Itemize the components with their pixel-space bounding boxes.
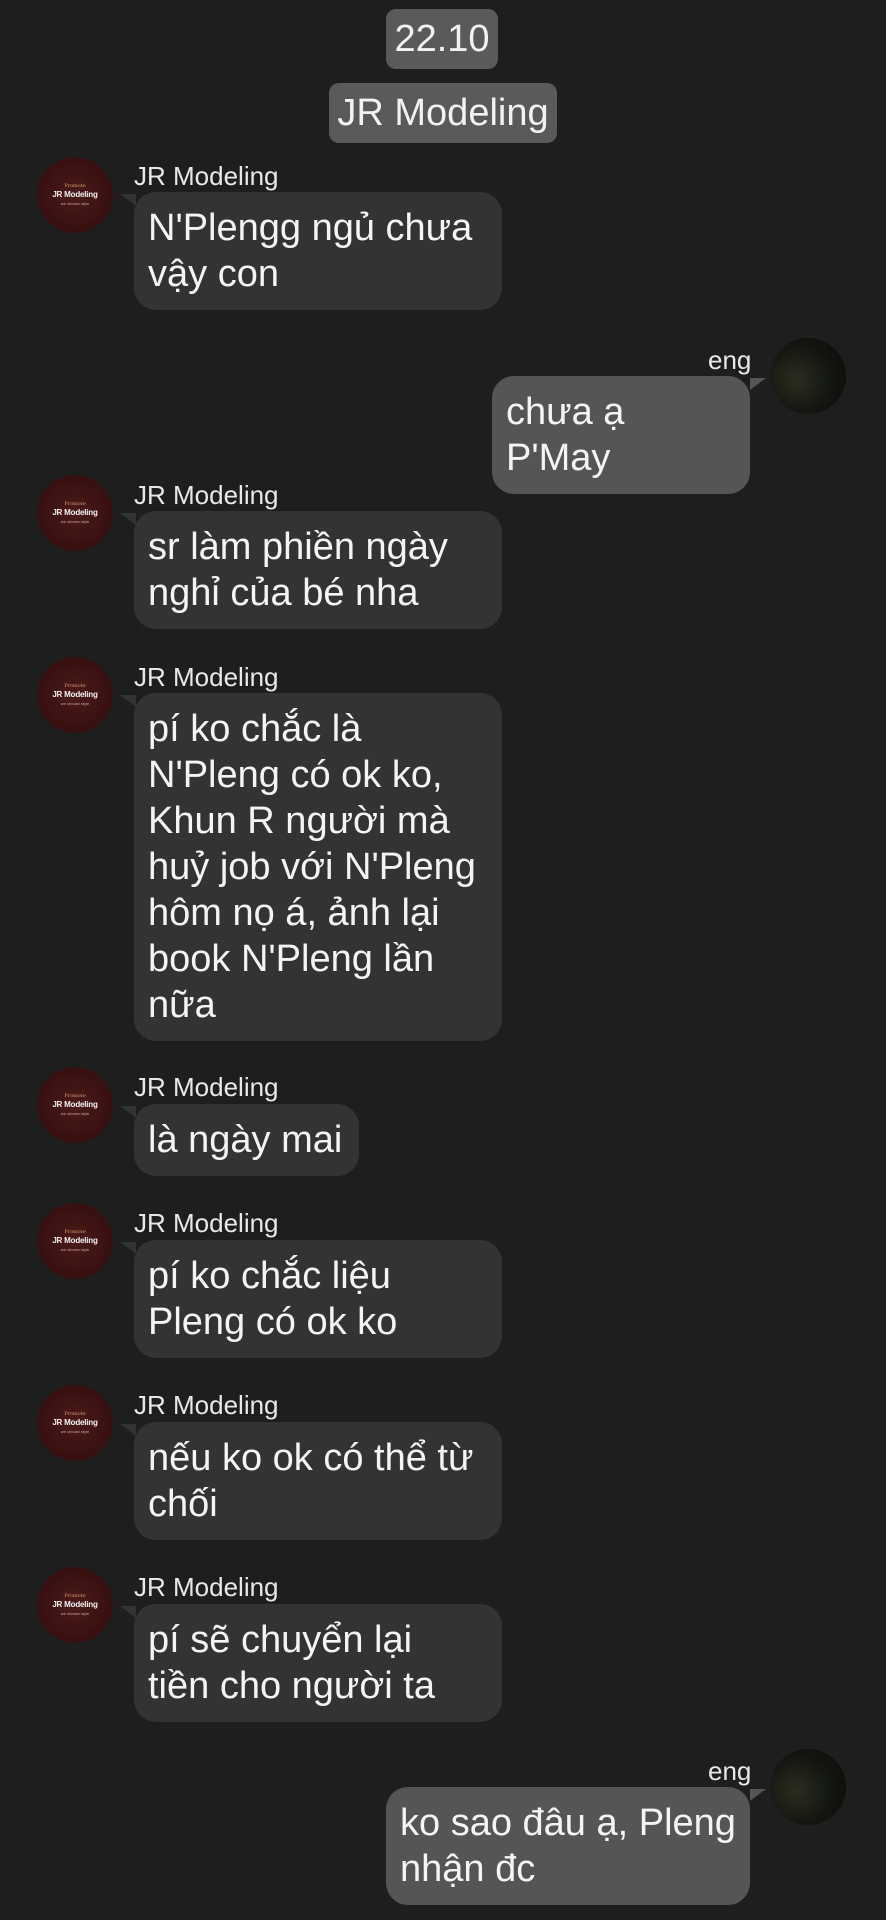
- avatar-caption-top: Promote: [64, 1229, 86, 1235]
- message-bubble[interactable]: chưa ạ P'May: [492, 376, 750, 494]
- sender-avatar[interactable]: Promote JR Modeling we choose style: [37, 475, 113, 551]
- message-bubble[interactable]: ko sao đâu ạ, Pleng nhận đc: [386, 1787, 750, 1905]
- avatar-caption-top: Promote: [64, 1593, 86, 1599]
- avatar-caption-bottom: we choose style: [60, 1111, 90, 1116]
- avatar-caption-name: JR Modeling: [52, 190, 98, 199]
- avatar-caption-name: JR Modeling: [52, 1418, 98, 1427]
- sender-avatar[interactable]: Promote JR Modeling we choose style: [37, 157, 113, 233]
- avatar-caption-name: JR Modeling: [52, 1600, 98, 1609]
- date-separator: 22.10: [386, 9, 498, 69]
- message-bubble[interactable]: là ngày mai: [134, 1104, 359, 1176]
- avatar-caption-name: JR Modeling: [52, 690, 98, 699]
- sender-name: JR Modeling: [134, 1072, 279, 1102]
- bubble-tail: [120, 1606, 136, 1618]
- sender-name: JR Modeling: [134, 1390, 279, 1420]
- sender-name: JR Modeling: [134, 161, 279, 191]
- sender-name: JR Modeling: [134, 1208, 279, 1238]
- sender-name: JR Modeling: [134, 1572, 279, 1602]
- sender-avatar[interactable]: Promote JR Modeling we choose style: [37, 1385, 113, 1461]
- bubble-tail: [120, 1242, 136, 1254]
- sender-avatar[interactable]: Promote JR Modeling we choose style: [37, 1567, 113, 1643]
- sender-avatar[interactable]: Promote JR Modeling we choose style: [37, 657, 113, 733]
- avatar-caption-name: JR Modeling: [52, 1100, 98, 1109]
- avatar-caption-bottom: we choose style: [60, 1611, 90, 1616]
- my-avatar[interactable]: [770, 338, 846, 414]
- sender-avatar[interactable]: Promote JR Modeling we choose style: [37, 1203, 113, 1279]
- avatar-caption-top: Promote: [64, 1411, 86, 1417]
- bubble-tail: [120, 513, 136, 525]
- sender-name: eng: [708, 1756, 752, 1786]
- message-bubble[interactable]: nếu ko ok có thể từ chối: [134, 1422, 502, 1540]
- avatar-caption-top: Promote: [64, 683, 86, 689]
- bubble-tail: [120, 194, 136, 206]
- avatar-caption-bottom: we choose style: [60, 519, 90, 524]
- bubble-tail: [750, 378, 766, 390]
- sender-name: JR Modeling: [134, 480, 279, 510]
- bubble-tail: [750, 1789, 766, 1801]
- sender-name: eng: [708, 345, 752, 375]
- avatar-caption-name: JR Modeling: [52, 1236, 98, 1245]
- message-bubble[interactable]: pí ko chắc liệu Pleng có ok ko: [134, 1240, 502, 1358]
- avatar-caption-bottom: we choose style: [60, 701, 90, 706]
- my-avatar[interactable]: [770, 1749, 846, 1825]
- message-bubble[interactable]: sr làm phiền ngày nghỉ của bé nha: [134, 511, 502, 629]
- avatar-caption-top: Promote: [64, 501, 86, 507]
- message-bubble[interactable]: pí ko chắc là N'Pleng có ok ko, Khun R n…: [134, 693, 502, 1041]
- bubble-tail: [120, 1106, 136, 1118]
- sender-avatar[interactable]: Promote JR Modeling we choose style: [37, 1067, 113, 1143]
- message-bubble[interactable]: pí sẽ chuyển lại tiền cho người ta: [134, 1604, 502, 1722]
- sender-name: JR Modeling: [134, 662, 279, 692]
- avatar-caption-name: JR Modeling: [52, 508, 98, 517]
- bubble-tail: [120, 695, 136, 707]
- avatar-caption-bottom: we choose style: [60, 1429, 90, 1434]
- avatar-caption-top: Promote: [64, 1093, 86, 1099]
- bubble-tail: [120, 1424, 136, 1436]
- group-name-chip: JR Modeling: [329, 83, 557, 143]
- message-bubble[interactable]: N'Plengg ngủ chưa vậy con: [134, 192, 502, 310]
- avatar-caption-bottom: we choose style: [60, 201, 90, 206]
- avatar-caption-top: Promote: [64, 183, 86, 189]
- avatar-caption-bottom: we choose style: [60, 1247, 90, 1252]
